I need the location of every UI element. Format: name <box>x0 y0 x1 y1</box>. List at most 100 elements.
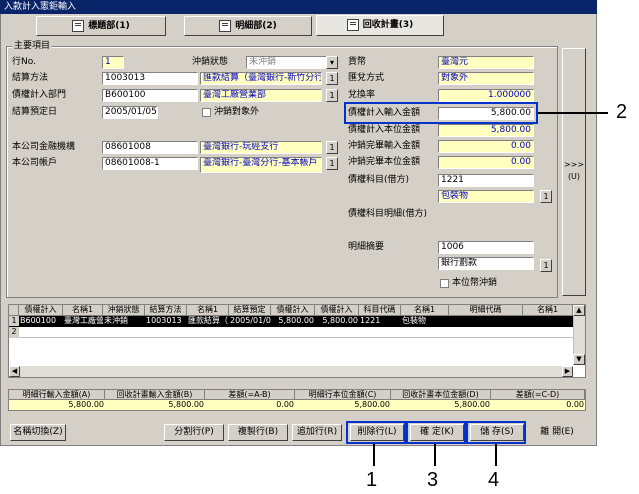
settle-method-lookup-button[interactable]: 1 <box>326 72 338 85</box>
document-icon <box>346 18 359 31</box>
account-lookup-button[interactable]: 1 <box>326 157 338 170</box>
callout-number-3: 3 <box>427 469 439 491</box>
callout-box-4 <box>466 421 526 444</box>
callout-line-2 <box>538 112 608 114</box>
settle-method-label: 結算方法 <box>12 73 49 83</box>
offset-input-field: 0.00 <box>438 140 534 153</box>
bank-label: 本公司金融機構 <box>12 142 76 152</box>
totals-value: 5,800.00 <box>391 400 491 410</box>
rate-field: 1.000000 <box>438 89 534 102</box>
totals-header: 差額(=C-D) <box>491 390 585 400</box>
row-no-field: 1 <box>102 56 124 69</box>
currency-label: 貨幣 <box>348 57 367 67</box>
dept-lookup-button[interactable]: 1 <box>326 89 338 102</box>
table-row[interactable]: 2 <box>9 327 573 338</box>
callout-number-4: 4 <box>488 469 500 491</box>
row-number: 2 <box>9 327 19 338</box>
scroll-down-icon[interactable]: ▼ <box>573 354 585 365</box>
account-name: 臺灣銀行-臺灣分行-基本帳戶 <box>200 157 322 173</box>
bank-name: 臺灣銀行-玩經支行 <box>200 141 322 154</box>
scroll-up-icon[interactable]: ▲ <box>573 305 585 316</box>
row-no-label: 行No. <box>12 57 36 67</box>
subject-name: 包裝物 <box>438 190 534 203</box>
totals-header: 回收計畫輸入金額(B) <box>105 390 205 400</box>
totals-value: 5,800.00 <box>295 400 391 410</box>
offset-target-checkbox[interactable] <box>202 108 211 117</box>
subject-detail-label: 債權科目明細(借方) <box>348 209 428 219</box>
tab-detail[interactable]: 明細部(2) <box>184 16 312 36</box>
tab-header[interactable]: 標題部(1) <box>36 16 166 36</box>
grid-cell[interactable]: 5,800.00 <box>315 316 359 326</box>
callout-number-2: 2 <box>616 101 628 123</box>
callout-number-1: 1 <box>366 469 378 491</box>
grid-corner <box>9 305 19 316</box>
horizontal-scrollbar[interactable] <box>9 366 573 377</box>
totals-header: 回收計畫本位金額(D) <box>391 390 491 400</box>
account-label: 本公司帳戶 <box>12 158 58 168</box>
summary-lookup-button[interactable]: 1 <box>540 259 552 272</box>
summary-name[interactable]: 銀行劃款 <box>438 257 534 270</box>
grid-header[interactable]: 科目代碼 <box>359 305 401 316</box>
grid-header[interactable]: 明細代碼 <box>449 305 523 316</box>
totals-header: 差額(=A-B) <box>205 390 295 400</box>
split-row-button[interactable]: 分割行(P) <box>164 424 224 441</box>
tab-collection-plan[interactable]: 回收計畫(3) <box>316 15 444 36</box>
offset-base-label: 沖銷完畢本位金額 <box>348 157 421 167</box>
callout-line-3 <box>434 444 436 466</box>
dept-code[interactable]: B600100 <box>102 89 198 102</box>
chevron-down-icon[interactable]: ▾ <box>326 56 338 69</box>
grid-header[interactable]: 結算方法 <box>145 305 187 316</box>
name-switch-button[interactable]: 名稱切換(Z) <box>10 424 66 441</box>
subject-lookup-button[interactable]: 1 <box>540 190 552 203</box>
base-offset-label: 本位幣沖銷 <box>452 278 498 288</box>
grid-header[interactable]: 沖銷狀態 <box>103 305 145 316</box>
grid-cell[interactable]: B600100 <box>19 316 63 326</box>
settle-method-code[interactable]: 1003013 <box>102 72 198 85</box>
subject-code[interactable]: 1221 <box>438 174 534 187</box>
grid-header[interactable]: 債權計入 <box>315 305 359 316</box>
account-code[interactable]: 08601008-1 <box>102 157 198 170</box>
grid-cell[interactable]: 臺灣工廠營 <box>63 316 103 326</box>
grid-header[interactable]: 債權計入 <box>271 305 315 316</box>
add-row-button[interactable]: 追加行(R) <box>292 424 342 441</box>
settle-date-field[interactable]: 2005/01/05 <box>102 106 158 119</box>
grid-header[interactable]: 名稱1 <box>401 305 449 316</box>
bank-lookup-button[interactable]: 1 <box>326 141 338 154</box>
close-button[interactable]: 離 開(E) <box>530 424 584 441</box>
base-offset-checkbox[interactable] <box>440 279 449 288</box>
callout-line-1 <box>373 444 375 466</box>
table-row[interactable]: 1 B600100 臺灣工廠營 未沖銷 1003013 匯款結算（ 2005/0… <box>9 316 573 327</box>
grid-cell[interactable]: 未沖銷 <box>103 316 145 326</box>
summary-code[interactable]: 1006 <box>438 241 534 254</box>
grid-header[interactable]: 結算預定 <box>229 305 271 316</box>
scroll-right-icon[interactable]: ▶ <box>562 366 573 377</box>
grid-cell[interactable]: 包裝物 <box>401 316 449 326</box>
grid-cell[interactable]: 匯款結算（ <box>187 316 229 326</box>
bank-code[interactable]: 08601008 <box>102 141 198 154</box>
subject-label: 債權科目(借方) <box>348 175 410 185</box>
base-amount-label: 債權計入本位金額 <box>348 125 421 135</box>
totals-value: 0.00 <box>205 400 295 410</box>
document-icon <box>219 19 232 32</box>
rate-type-field: 對象外 <box>438 72 534 85</box>
base-amount-field: 5,800.00 <box>438 124 534 137</box>
scroll-left-icon[interactable]: ◀ <box>9 366 20 377</box>
callout-line-4 <box>495 444 497 466</box>
grid-cell[interactable]: 1221 <box>359 316 401 326</box>
grid-header[interactable]: 名稱1 <box>63 305 103 316</box>
document-icon <box>72 19 85 32</box>
grid-cell[interactable]: 1003013 <box>145 316 187 326</box>
grid-cell[interactable]: 5,800.00 <box>271 316 315 326</box>
settle-date-label: 結算預定日 <box>12 107 58 117</box>
offset-status-select[interactable]: 未沖銷 <box>246 56 338 69</box>
grid-header[interactable]: 債權計入 <box>19 305 63 316</box>
totals-value: 5,800.00 <box>9 400 105 410</box>
side-expand-button[interactable]: >>> (U) <box>562 48 586 296</box>
callout-box-1 <box>346 421 406 444</box>
copy-row-button[interactable]: 複製行(B) <box>228 424 288 441</box>
currency-field: 臺灣元 <box>438 56 534 69</box>
rate-label: 兌換率 <box>348 90 376 100</box>
grid-header[interactable]: 名稱1 <box>523 305 573 316</box>
grid-header[interactable]: 名稱1 <box>187 305 229 316</box>
grid-cell[interactable]: 2005/01/05 <box>229 316 271 326</box>
